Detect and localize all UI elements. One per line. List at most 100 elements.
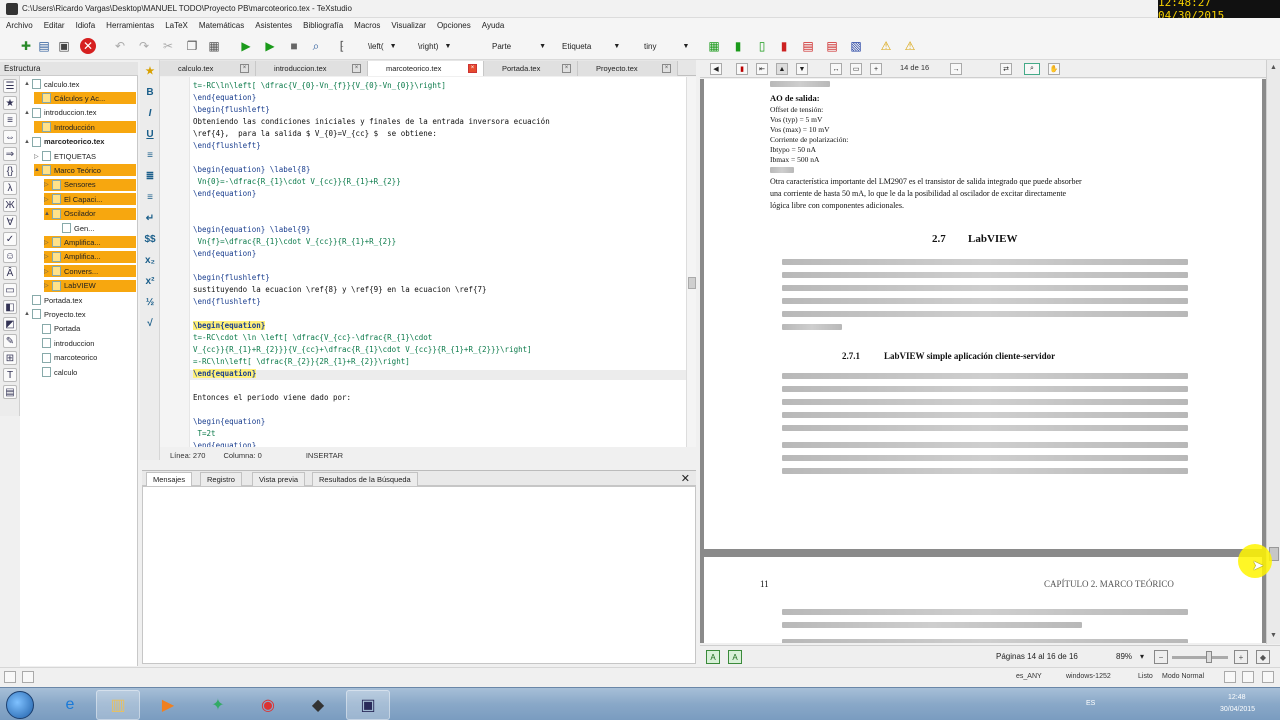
- menu-item[interactable]: Matemáticas: [199, 21, 244, 30]
- structure-item[interactable]: ▲ Proyecto.tex: [24, 308, 136, 320]
- misc-math-icon[interactable]: ∀: [3, 215, 17, 229]
- menu-item[interactable]: Herramientas: [106, 21, 154, 30]
- typeset-icon[interactable]: [1224, 671, 1236, 683]
- pdf-zoom-in-text-icon[interactable]: A: [728, 650, 742, 664]
- zoom-minus-icon[interactable]: −: [1154, 650, 1168, 664]
- size-combo[interactable]: tiny ▼: [644, 39, 694, 53]
- structure-item[interactable]: ▲ Oscilador: [44, 207, 136, 220]
- editor-scrollbar[interactable]: [686, 77, 696, 447]
- app-tool-icon[interactable]: ✦: [196, 690, 240, 720]
- expand-toggle-icon[interactable]: ▷: [44, 253, 52, 260]
- align-left-icon[interactable]: ≡: [143, 148, 157, 162]
- tray-date[interactable]: 30/04/2015: [1220, 706, 1255, 713]
- cut-icon[interactable]: ✂: [160, 38, 176, 54]
- align-right-icon[interactable]: ≡: [143, 190, 157, 204]
- grammar-icon[interactable]: [1262, 671, 1274, 683]
- special-chars-icon[interactable]: ☺: [3, 249, 17, 263]
- chrome-icon[interactable]: ◉: [246, 690, 290, 720]
- structure-toggle-icon[interactable]: ⁅: [334, 38, 350, 54]
- greek-icon[interactable]: λ: [3, 181, 17, 195]
- file-explorer-icon[interactable]: ▥: [96, 690, 140, 720]
- tab-close-icon[interactable]: ×: [562, 64, 571, 73]
- symbols-icon[interactable]: ≡: [3, 113, 17, 127]
- structure-item[interactable]: calculo: [34, 366, 136, 378]
- bold-icon[interactable]: B: [143, 85, 157, 99]
- tab-close-icon[interactable]: ×: [240, 64, 249, 73]
- tab-file[interactable]: marcoteorico.tex ×: [368, 61, 484, 76]
- structure-item[interactable]: marcoteorico: [34, 352, 136, 364]
- chevron-down-icon[interactable]: ▾: [1140, 652, 1144, 661]
- zoom-slider-knob[interactable]: [1206, 651, 1212, 663]
- menu-item[interactable]: Idiofa: [76, 21, 96, 30]
- asymptote-icon[interactable]: ✎: [3, 334, 17, 348]
- start-button[interactable]: [6, 691, 34, 719]
- align-center-icon[interactable]: ≣: [143, 169, 157, 183]
- label-combo[interactable]: Etiqueta ▼: [562, 39, 626, 53]
- error-icon[interactable]: ⚠: [902, 38, 918, 54]
- structure-item[interactable]: ▷ El Capaci...: [44, 193, 136, 206]
- menu-item[interactable]: Editar: [44, 21, 65, 30]
- underline-icon[interactable]: U: [143, 127, 157, 141]
- texstudio-task-icon[interactable]: ▣: [346, 690, 390, 720]
- check-icon[interactable]: ✓: [3, 232, 17, 246]
- compile-run-icon[interactable]: ▶: [238, 38, 254, 54]
- redo-icon[interactable]: ↷: [136, 38, 152, 54]
- add-column-icon[interactable]: ▯: [754, 38, 770, 54]
- relations-icon[interactable]: ⇔: [3, 130, 17, 144]
- expand-toggle-icon[interactable]: ▷: [44, 181, 52, 188]
- pdf-zoom-in-icon[interactable]: +: [870, 63, 882, 75]
- add-row-icon[interactable]: ▤: [800, 38, 816, 54]
- metapost-icon[interactable]: ◧: [3, 300, 17, 314]
- structure-item[interactable]: ▷ Amplifica...: [44, 250, 136, 263]
- encoding-indicator[interactable]: windows-1252: [1066, 673, 1111, 680]
- pdf-nav-icon[interactable]: ◀: [710, 63, 722, 75]
- star-icon[interactable]: ★: [143, 64, 157, 78]
- expand-toggle-icon[interactable]: ▷: [44, 282, 52, 289]
- tab-file[interactable]: Portada.tex ×: [484, 61, 578, 76]
- menu-item[interactable]: Ayuda: [482, 21, 505, 30]
- app-icon[interactable]: ◆: [296, 690, 340, 720]
- beamer-icon[interactable]: T: [3, 368, 17, 382]
- pdf-zoom-out-icon[interactable]: A: [706, 650, 720, 664]
- structure-view-icon[interactable]: ☰: [3, 79, 17, 93]
- expand-toggle-icon[interactable]: ▲: [44, 211, 52, 217]
- search-icon[interactable]: ⌕: [308, 38, 324, 54]
- pdf-prev-page-icon[interactable]: ▲: [776, 63, 788, 75]
- pdf-viewer[interactable]: AO de salida: Offset de tensión: Vos (typ…: [700, 79, 1266, 643]
- pstricks-icon[interactable]: ▭: [3, 283, 17, 297]
- input-language[interactable]: ES: [1086, 700, 1095, 707]
- save-icon[interactable]: ▣: [56, 38, 72, 54]
- tab-close-icon[interactable]: ×: [468, 64, 477, 73]
- sqrt-icon[interactable]: √: [143, 316, 157, 330]
- pdf-options-icon[interactable]: ◆: [1256, 650, 1270, 664]
- menu-item[interactable]: Asistentes: [255, 21, 292, 30]
- zoom-plus-icon[interactable]: +: [1234, 650, 1248, 664]
- align-table-icon[interactable]: ▧: [848, 38, 864, 54]
- structure-item[interactable]: ▷ Amplifica...: [44, 236, 136, 249]
- language-indicator[interactable]: es_ANY: [1016, 673, 1042, 680]
- messages-toggle-icon[interactable]: [22, 671, 34, 683]
- messages-tab[interactable]: Vista previa: [252, 472, 306, 486]
- pdf-go-icon[interactable]: →: [950, 63, 962, 75]
- expand-toggle-icon[interactable]: ▷: [44, 268, 52, 275]
- structure-item[interactable]: Cálculos y Ac...: [34, 92, 136, 105]
- structure-item[interactable]: Portada.tex: [24, 294, 136, 306]
- math-mode-icon[interactable]: $$: [143, 232, 157, 246]
- close-icon[interactable]: ✕: [681, 472, 690, 485]
- remove-row-icon[interactable]: ▤: [824, 38, 840, 54]
- scroll-up-icon[interactable]: ▲: [1270, 64, 1277, 71]
- messages-tab[interactable]: Resultados de la Búsqueda: [312, 472, 418, 486]
- structure-item[interactable]: Portada: [34, 323, 136, 335]
- mode-indicator[interactable]: Modo Normal: [1162, 673, 1204, 680]
- tikz-icon[interactable]: ◩: [3, 317, 17, 331]
- pdf-first-page-icon[interactable]: ⇤: [756, 63, 768, 75]
- expand-toggle-icon[interactable]: ▲: [24, 81, 32, 87]
- pdf-page-indicator[interactable]: 14 de 16: [900, 63, 929, 72]
- tab-file[interactable]: introduccion.tex ×: [256, 61, 368, 76]
- pdf-scroll-icon[interactable]: ✋: [1048, 63, 1060, 75]
- structure-item[interactable]: ▲ marcoteorico.tex: [24, 136, 136, 148]
- user-icon[interactable]: ⊞: [3, 351, 17, 365]
- structure-item[interactable]: ▷ Sensores: [44, 178, 136, 191]
- remove-column-icon[interactable]: ▮: [776, 38, 792, 54]
- right-delimiter-combo[interactable]: \right) ▼: [418, 39, 451, 53]
